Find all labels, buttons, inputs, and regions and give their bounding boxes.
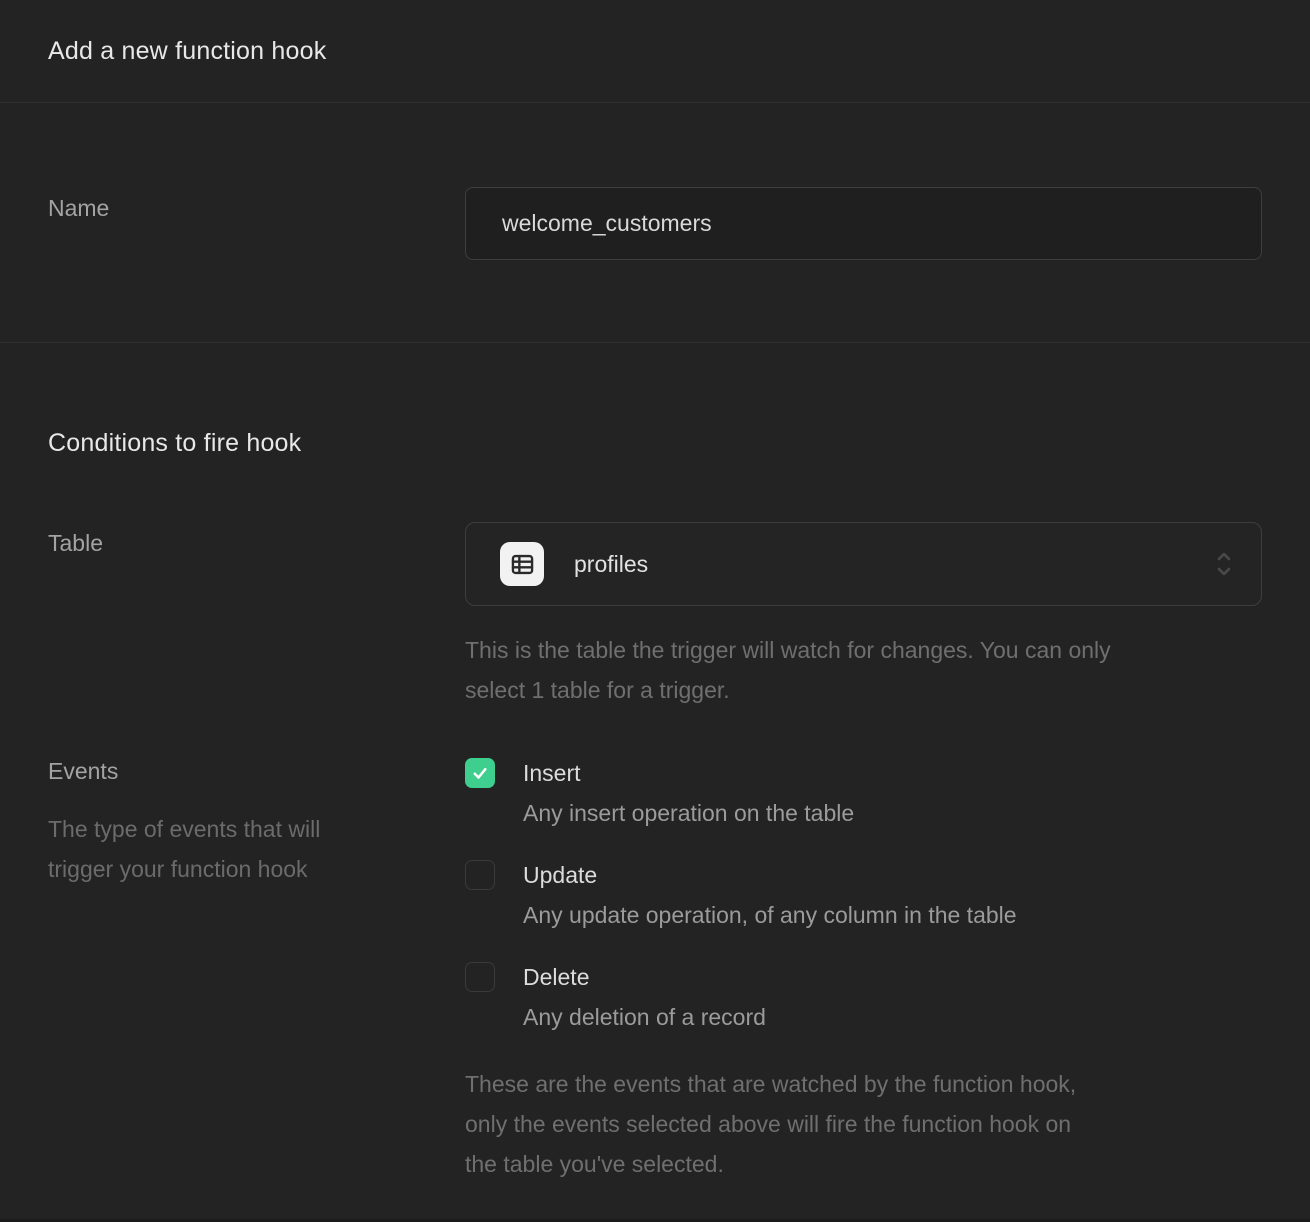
event-option-insert: Insert Any insert operation on the table <box>465 758 1262 828</box>
name-section: Name <box>0 103 1310 343</box>
name-label: Name <box>48 187 465 222</box>
delete-description: Any deletion of a record <box>465 1002 1262 1032</box>
insert-checkbox[interactable] <box>465 758 495 788</box>
insert-label: Insert <box>523 758 581 788</box>
events-description: The type of events that will trigger you… <box>48 809 465 889</box>
event-option-update: Update Any update operation, of any colu… <box>465 860 1262 930</box>
delete-label: Delete <box>523 962 589 992</box>
panel-header: Add a new function hook <box>0 0 1310 103</box>
table-label: Table <box>48 522 465 557</box>
events-row: Events The type of events that will trig… <box>48 758 1262 1184</box>
update-description: Any update operation, of any column in t… <box>465 900 1262 930</box>
conditions-heading: Conditions to fire hook <box>48 429 1262 458</box>
insert-description: Any insert operation on the table <box>465 798 1262 828</box>
table-select[interactable]: profiles <box>465 522 1262 606</box>
delete-checkbox-row[interactable]: Delete <box>465 962 1262 992</box>
delete-checkbox[interactable] <box>465 962 495 992</box>
events-label: Events <box>48 758 465 785</box>
event-option-delete: Delete Any deletion of a record <box>465 962 1262 1032</box>
table-select-value: profiles <box>574 551 1213 578</box>
table-row: Table profiles <box>48 522 1262 710</box>
table-icon <box>500 542 544 586</box>
page-title: Add a new function hook <box>48 37 326 66</box>
table-help-text: This is the table the trigger will watch… <box>465 630 1262 710</box>
update-checkbox[interactable] <box>465 860 495 890</box>
update-label: Update <box>523 860 597 890</box>
name-input[interactable] <box>465 187 1262 260</box>
insert-checkbox-row[interactable]: Insert <box>465 758 1262 788</box>
events-help-text: These are the events that are watched by… <box>465 1064 1262 1184</box>
conditions-section: Conditions to fire hook Table profiles <box>0 343 1310 1184</box>
update-checkbox-row[interactable]: Update <box>465 860 1262 890</box>
chevron-up-down-icon <box>1213 549 1235 579</box>
